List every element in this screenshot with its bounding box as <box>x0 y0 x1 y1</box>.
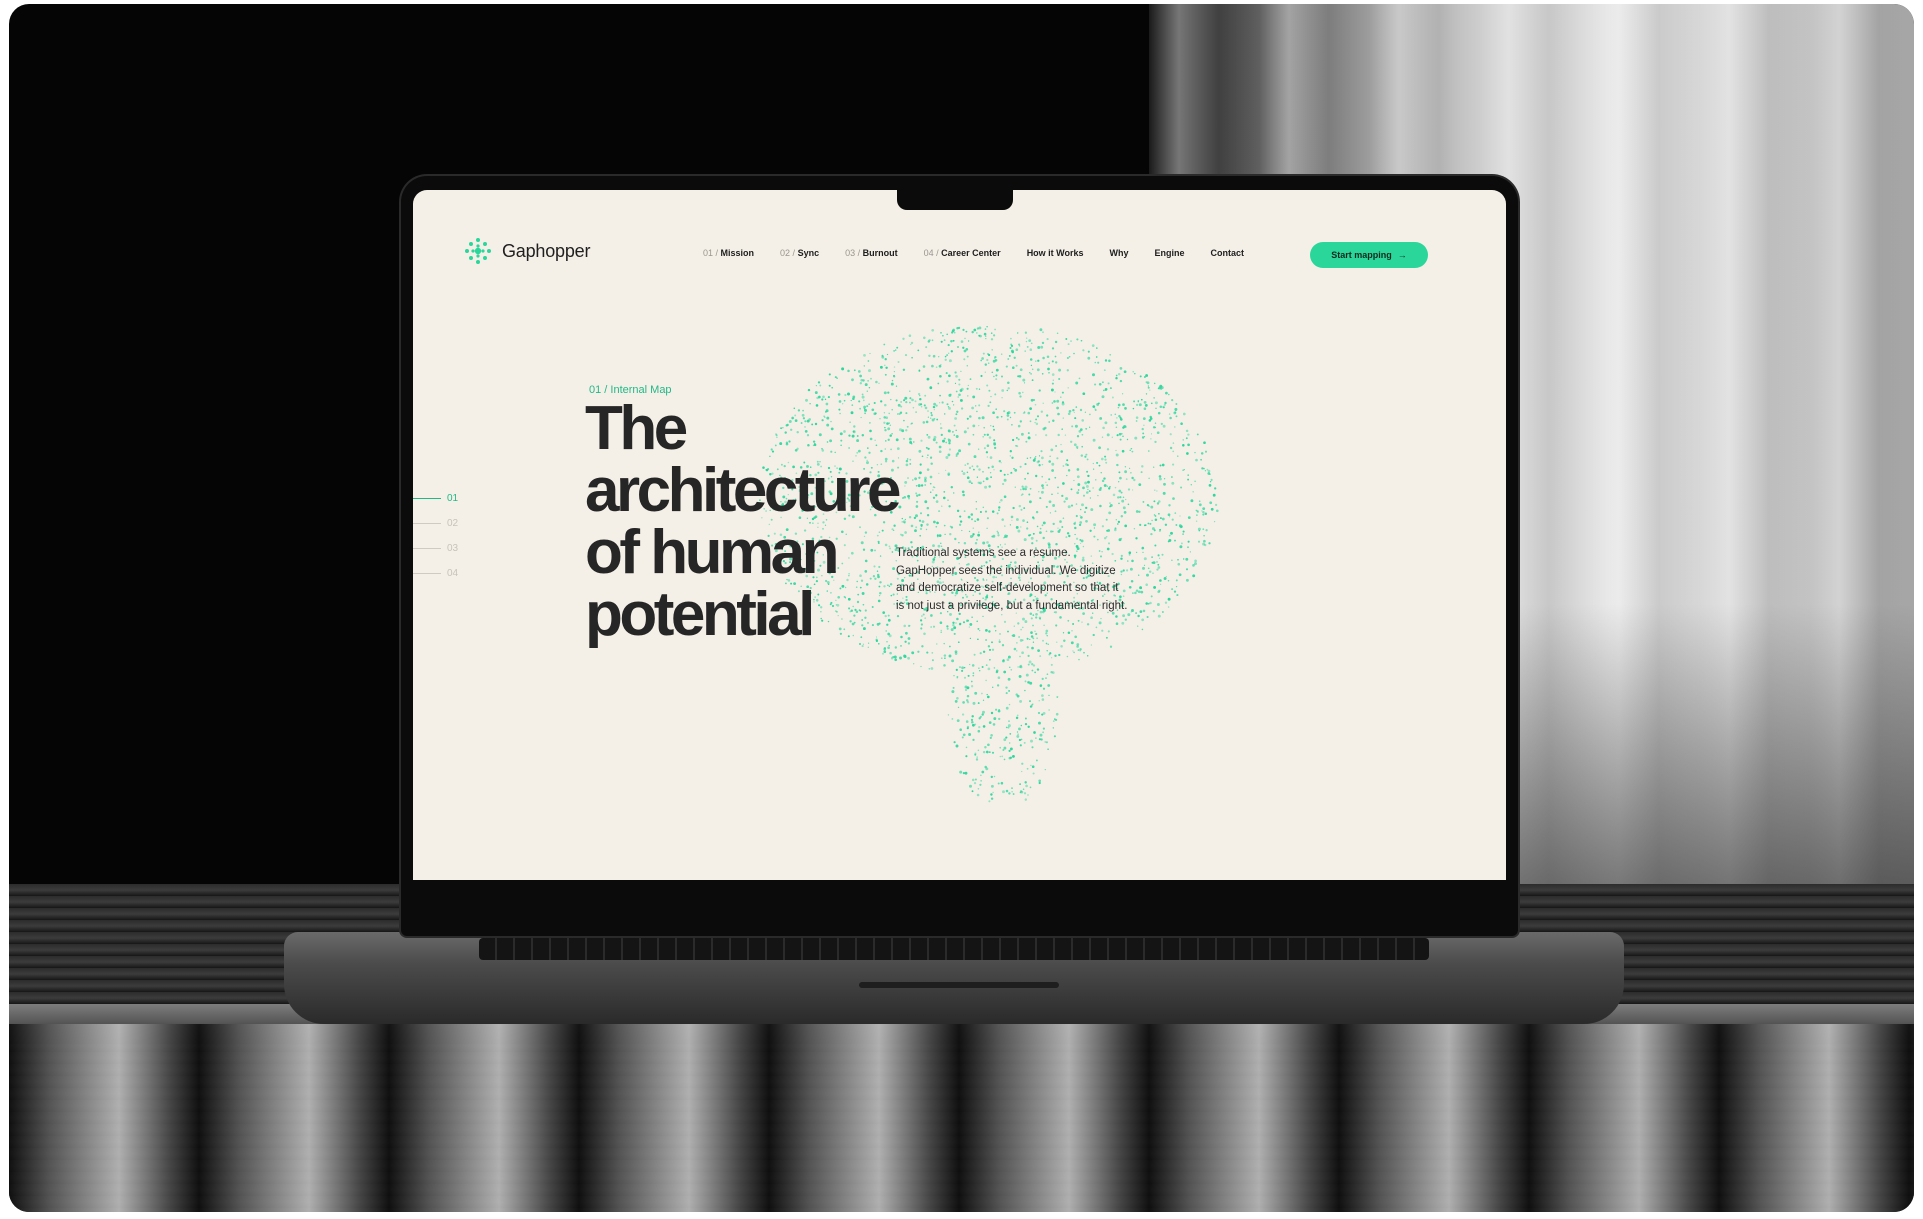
nav-label: Sync <box>797 248 820 258</box>
mockup-frame: Gaphopper 01 / Mission 02 / Sync 03 / Bu… <box>9 4 1914 1212</box>
start-mapping-button[interactable]: Start mapping → <box>1310 242 1428 268</box>
nav-label: Career Center <box>941 248 1001 258</box>
laptop-notch-lip <box>859 982 1059 988</box>
indicator-line <box>413 573 441 574</box>
camera-notch <box>897 190 1013 210</box>
nav-number: 01 / <box>703 248 719 258</box>
nav-item-burnout[interactable]: 03 / Burnout <box>845 248 898 258</box>
section-indicator-item[interactable]: 03 <box>413 536 458 561</box>
nav-label: Mission <box>720 248 755 258</box>
nav-number: 02 / <box>780 248 796 258</box>
nav-label: How it Works <box>1026 248 1084 258</box>
headline-line: architecture <box>585 456 901 525</box>
nav-item-engine[interactable]: Engine <box>1155 248 1185 258</box>
nav-item-mission[interactable]: 01 / Mission <box>703 248 754 258</box>
indicator-line <box>413 498 441 499</box>
indicator-line <box>413 548 441 549</box>
nav-item-contact[interactable]: Contact <box>1211 248 1245 258</box>
nav-label: Engine <box>1154 248 1185 258</box>
indicator-label: 03 <box>447 543 459 554</box>
section-indicator-item[interactable]: 04 <box>413 561 458 586</box>
indicator-line <box>413 523 441 524</box>
site-logo[interactable]: Gaphopper <box>463 236 590 266</box>
nav-item-career-center[interactable]: 04 / Career Center <box>924 248 1001 258</box>
nav-item-how-it-works[interactable]: How it Works <box>1027 248 1084 258</box>
indicator-label: 02 <box>447 518 459 529</box>
website-screen: Gaphopper 01 / Mission 02 / Sync 03 / Bu… <box>413 190 1506 880</box>
indicator-label: 01 <box>447 493 459 504</box>
section-indicator-item[interactable]: 02 <box>413 511 458 536</box>
nav-item-why[interactable]: Why <box>1110 248 1129 258</box>
nav-label: Contact <box>1210 248 1245 258</box>
nav-label: Burnout <box>862 248 898 258</box>
section-indicator: 01 02 03 04 <box>413 486 458 586</box>
indicator-label: 04 <box>447 568 459 579</box>
nav-number: 03 / <box>845 248 861 258</box>
nav-label: Why <box>1109 248 1129 258</box>
nav-number: 04 / <box>923 248 939 258</box>
main-nav: 01 / Mission 02 / Sync 03 / Burnout 04 /… <box>703 248 1270 258</box>
logo-wordmark: Gaphopper <box>502 240 591 261</box>
nav-item-sync[interactable]: 02 / Sync <box>780 248 819 258</box>
floor-front-slats <box>9 1024 1914 1212</box>
headline-line: The <box>585 394 688 463</box>
hero-description: Traditional systems see a resume. GapHop… <box>896 547 1128 612</box>
logo-icon <box>465 238 491 264</box>
cta-label: Start mapping <box>1331 250 1392 260</box>
arrow-right-icon: → <box>1397 250 1407 260</box>
section-indicator-item[interactable]: 01 <box>413 486 458 511</box>
laptop-keyboard <box>479 938 1429 960</box>
